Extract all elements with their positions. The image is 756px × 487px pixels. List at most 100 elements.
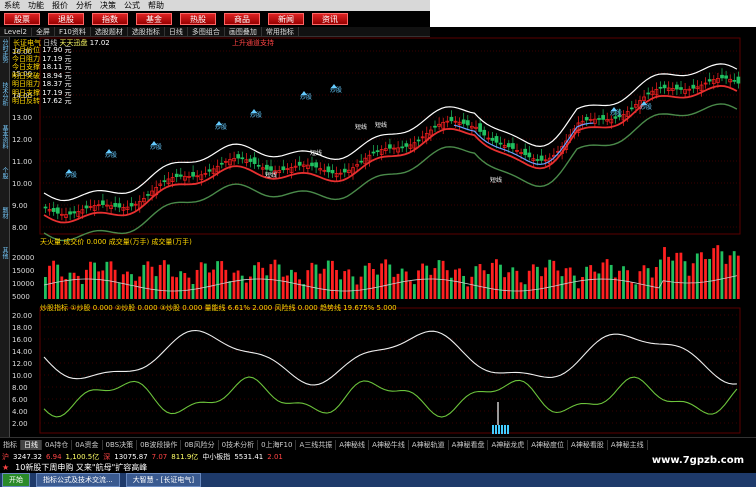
bottom-tab[interactable]: 0B风险分 [181, 439, 219, 450]
candle-body [601, 115, 605, 120]
volume-bar [335, 269, 338, 299]
bottom-tab[interactable]: 日线 [21, 439, 42, 450]
volume-bar [700, 252, 703, 299]
candle-body [539, 155, 544, 161]
bottom-tab[interactable]: A神秘线 [336, 439, 370, 450]
menu-item[interactable]: 报价 [48, 0, 72, 11]
signal-label: 短线 [490, 176, 502, 184]
volume-bar [716, 245, 720, 299]
volume-bar [544, 267, 547, 299]
sidebar-tab[interactable]: 个股 [1, 167, 9, 179]
volume-bar [618, 270, 621, 299]
bottom-tab[interactable]: 0B波段操作 [137, 439, 182, 450]
candle-body [281, 166, 286, 171]
volume-bar [269, 264, 273, 299]
toolbar-item[interactable]: 选股题材 [91, 26, 128, 37]
top-button[interactable]: 退股 [48, 13, 84, 25]
menu-item[interactable]: 帮助 [144, 0, 168, 11]
toolbar-item[interactable]: 多图组合 [188, 26, 225, 37]
bottom-tab[interactable]: 0BS决策 [103, 439, 138, 450]
osc-tick: 16.00 [12, 336, 32, 344]
volume-bar [482, 270, 486, 299]
volume-bar [351, 276, 355, 299]
bottom-tab[interactable]: A神秘度位 [528, 439, 569, 450]
top-button[interactable]: 基金 [136, 13, 172, 25]
toolbar-item[interactable]: 常用指标 [262, 26, 299, 37]
top-button[interactable]: 新闻 [268, 13, 304, 25]
volume-bar [339, 279, 342, 299]
toolbar-item[interactable]: 画图叠加 [225, 26, 262, 37]
candle-body [461, 119, 466, 124]
signal-label: 短线 [310, 149, 322, 157]
toolbar-item[interactable]: 全屏 [32, 26, 55, 37]
sidebar-tab[interactable]: 题材 [1, 207, 9, 219]
candle-body [191, 172, 195, 177]
bottom-tab[interactable]: 0上海F10 [258, 439, 297, 450]
signal-label: 炒股 [640, 104, 652, 111]
osc-tick: 18.00 [12, 324, 32, 332]
toolbar-item[interactable]: 日线 [165, 26, 188, 37]
volume-bar [687, 275, 691, 299]
volume-bar [499, 264, 502, 299]
news-ticker[interactable]: ★ 10新股下周申购 又来"航母"扩容高峰 [0, 462, 756, 473]
bottom-tab[interactable]: A神秘牛线 [369, 439, 409, 450]
volume-bar [388, 264, 392, 299]
bottom-tab[interactable]: A三线共振 [296, 439, 337, 450]
candle-body [675, 84, 679, 90]
toolbar-item[interactable]: Level2 [0, 27, 32, 36]
volume-bar [154, 276, 158, 299]
volume-bar [175, 277, 178, 299]
volume-bar [134, 280, 137, 299]
osc-tick: 10.00 [12, 372, 32, 380]
candle-body [162, 180, 167, 183]
volume-bar [683, 261, 687, 299]
signal-label: 短线 [375, 121, 387, 129]
volume-bar [171, 276, 174, 299]
volume-bar [478, 264, 482, 299]
taskbar-item[interactable]: 指标公式及技术交流... [36, 473, 120, 487]
sidebar-tab[interactable]: 其他 [1, 247, 9, 259]
menu-item[interactable]: 分析 [72, 0, 96, 11]
candle-body [449, 116, 454, 122]
sidebar-tab[interactable]: 基本资料 [1, 125, 9, 149]
signal-label: 炒股 [215, 124, 227, 131]
menu-item[interactable]: 公式 [120, 0, 144, 11]
menu-item[interactable]: 功能 [24, 0, 48, 11]
bottom-tab[interactable]: 0A持仓 [42, 439, 73, 450]
sidebar-tab[interactable]: 分时走势 [1, 39, 9, 63]
menu-item[interactable]: 决策 [96, 0, 120, 11]
price-tick: 13.00 [12, 114, 32, 122]
candle-body [297, 161, 302, 166]
bottom-tab[interactable]: A神秘看盘 [449, 439, 489, 450]
volume-bar [404, 271, 408, 299]
bottom-tab[interactable]: 0A资金 [72, 439, 103, 450]
toolbar-item[interactable]: F10资料 [55, 26, 91, 37]
top-button[interactable]: 商品 [224, 13, 260, 25]
sidebar-tab[interactable]: 技术分析 [1, 82, 9, 106]
candle-body [252, 157, 257, 164]
bottom-tab[interactable]: A神秘主线 [608, 439, 648, 450]
bottom-tab[interactable]: 指标 [0, 439, 21, 450]
taskbar-item[interactable]: 大智慧 - [长证电气] [125, 473, 202, 487]
price-tick: 8.00 [12, 224, 28, 232]
volume-bar [113, 269, 117, 299]
top-button[interactable]: 热股 [180, 13, 216, 25]
bottom-tab[interactable]: A神秘龙虎 [488, 439, 529, 450]
bottom-tab[interactable]: 0技术分析 [219, 439, 259, 450]
menu-item[interactable]: 系统 [0, 0, 24, 11]
start-button[interactable]: 开始 [2, 473, 30, 487]
volume-bar [253, 265, 256, 299]
volume-bar [724, 263, 728, 299]
volume-bar [384, 259, 388, 299]
volume-bar [322, 268, 326, 299]
top-button[interactable]: 股票 [4, 13, 40, 25]
candle-body [400, 146, 405, 149]
bottom-tab[interactable]: A神秘看股 [568, 439, 608, 450]
candle-body [404, 143, 409, 147]
volume-bar [302, 284, 306, 299]
bottom-tab[interactable]: A神秘轨道 [409, 439, 449, 450]
top-button[interactable]: 资讯 [312, 13, 348, 25]
ticker-text[interactable]: 10新股下周申购 又来"航母"扩容高峰 [15, 462, 147, 473]
top-button[interactable]: 指数 [92, 13, 128, 25]
toolbar-item[interactable]: 选股指标 [128, 26, 165, 37]
